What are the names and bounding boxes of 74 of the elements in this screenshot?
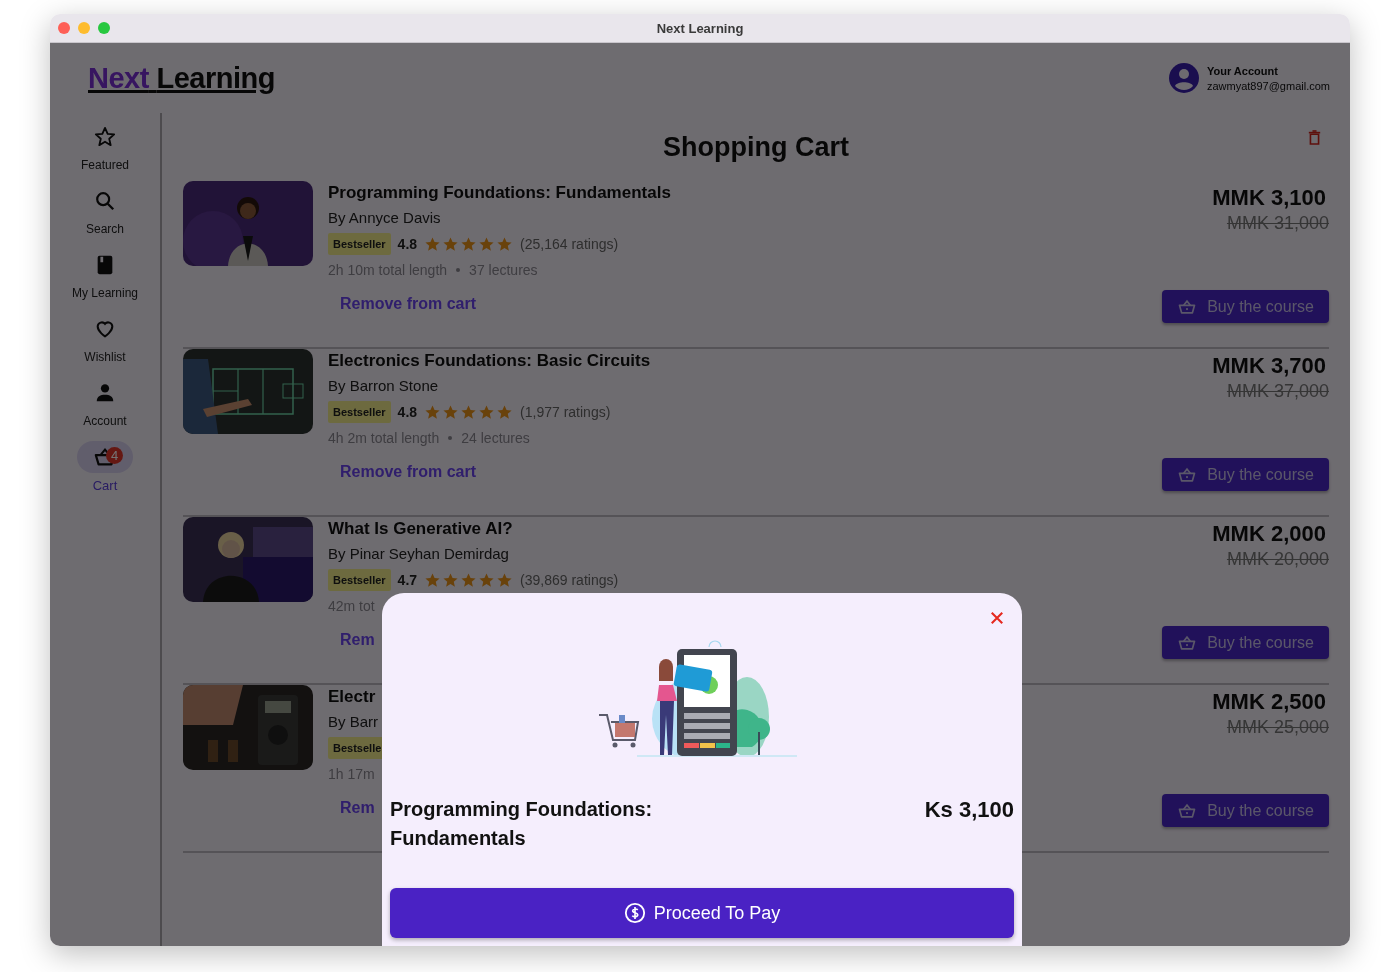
course-price: MMK 3,700 bbox=[1212, 353, 1327, 379]
original-price: MMK 37,000 bbox=[1226, 381, 1329, 402]
star-icon bbox=[94, 126, 116, 148]
sidebar-item[interactable]: Featured bbox=[77, 121, 133, 185]
ratings-count: (39,869 ratings) bbox=[520, 572, 619, 588]
rating-value: 4.8 bbox=[397, 404, 418, 420]
star-icon bbox=[496, 235, 514, 253]
sidebar-item[interactable]: My Learning bbox=[71, 249, 138, 313]
course-title[interactable]: What Is Generative AI? bbox=[328, 519, 1147, 539]
rating-value: 4.8 bbox=[397, 236, 418, 252]
star-icon bbox=[424, 235, 442, 253]
buy-course-button[interactable]: Buy the course bbox=[1162, 626, 1329, 659]
rating-value: 4.7 bbox=[397, 572, 418, 588]
bestseller-badge: Bestseller bbox=[328, 569, 391, 591]
zoom-window-button[interactable] bbox=[98, 22, 110, 34]
remove-from-cart-link[interactable]: Rem bbox=[328, 799, 375, 817]
dollar-icon bbox=[623, 902, 646, 924]
star-icon bbox=[442, 403, 460, 421]
course-title[interactable]: Electronics Foundations: Basic Circuits bbox=[328, 351, 1147, 371]
course-author: By Annyce Davis bbox=[328, 209, 442, 226]
proceed-to-pay-button[interactable]: Proceed To Pay bbox=[390, 888, 1014, 938]
remove-from-cart-link[interactable]: Rem bbox=[328, 631, 375, 649]
buy-course-button[interactable]: Buy the course bbox=[1162, 290, 1329, 323]
page-title: Shopping Cart bbox=[663, 131, 849, 163]
window-title: Next Learning bbox=[656, 20, 744, 36]
original-price: MMK 25,000 bbox=[1226, 717, 1329, 738]
bestseller-badge: Bestseller bbox=[328, 233, 391, 255]
star-icon bbox=[496, 403, 514, 421]
star-icon bbox=[478, 571, 496, 589]
star-icon bbox=[442, 235, 460, 253]
trash-icon[interactable] bbox=[1308, 129, 1321, 146]
sidebar-item[interactable]: Account bbox=[77, 377, 133, 441]
account-label: Your Account bbox=[1206, 64, 1279, 77]
course-price: MMK 2,000 bbox=[1212, 521, 1327, 547]
separator-dot bbox=[448, 436, 453, 440]
item-title: Programming Foundations: Fundamentals bbox=[390, 797, 654, 851]
star-icon bbox=[442, 571, 460, 589]
original-price: MMK 20,000 bbox=[1226, 549, 1329, 570]
person-icon bbox=[94, 382, 116, 404]
ratings-count: (25,164 ratings) bbox=[520, 236, 619, 252]
course-author: By Barr bbox=[328, 713, 379, 730]
star-icon bbox=[424, 403, 442, 421]
course-author: By Barron Stone bbox=[328, 377, 440, 394]
course-author: By Pinar Seyhan Demirdag bbox=[328, 545, 510, 562]
course-title[interactable]: Programming Foundations: Fundamentals bbox=[328, 183, 1147, 203]
avatar-icon[interactable] bbox=[1168, 63, 1199, 93]
buy-course-button[interactable]: Buy the course bbox=[1162, 794, 1329, 827]
close-icon[interactable] bbox=[990, 611, 1004, 625]
remove-from-cart-link[interactable]: Remove from cart bbox=[328, 295, 477, 313]
heart-icon bbox=[94, 318, 116, 340]
course-price: MMK 3,100 bbox=[1212, 185, 1327, 211]
ratings-count: (1,977 ratings) bbox=[520, 404, 611, 420]
star-icon bbox=[460, 235, 478, 253]
star-icon bbox=[460, 571, 478, 589]
buy-course-button[interactable]: Buy the course bbox=[1162, 458, 1329, 491]
remove-from-cart-link[interactable]: Remove from cart bbox=[328, 463, 477, 481]
search-icon bbox=[94, 190, 116, 212]
item-price: Ks 3,100 bbox=[924, 797, 1014, 823]
original-price: MMK 31,000 bbox=[1226, 213, 1329, 234]
separator-dot bbox=[456, 268, 461, 272]
star-icon bbox=[424, 571, 442, 589]
account-email: zawmyat897@gmail.com bbox=[1206, 79, 1330, 92]
course-price: MMK 2,500 bbox=[1212, 689, 1327, 715]
close-window-button[interactable] bbox=[58, 22, 70, 34]
count-badge: 4 bbox=[106, 447, 123, 464]
star-icon bbox=[496, 571, 514, 589]
sidebar-item[interactable]: Wishlist bbox=[77, 313, 133, 377]
star-icon bbox=[478, 235, 496, 253]
star-icon bbox=[478, 403, 496, 421]
star-icon bbox=[460, 403, 478, 421]
sidebar-item[interactable]: Search bbox=[77, 185, 133, 249]
bestseller-badge: Bestseller bbox=[328, 401, 391, 423]
minimize-window-button[interactable] bbox=[78, 22, 90, 34]
app-logo[interactable]: Next Learning bbox=[88, 61, 275, 95]
